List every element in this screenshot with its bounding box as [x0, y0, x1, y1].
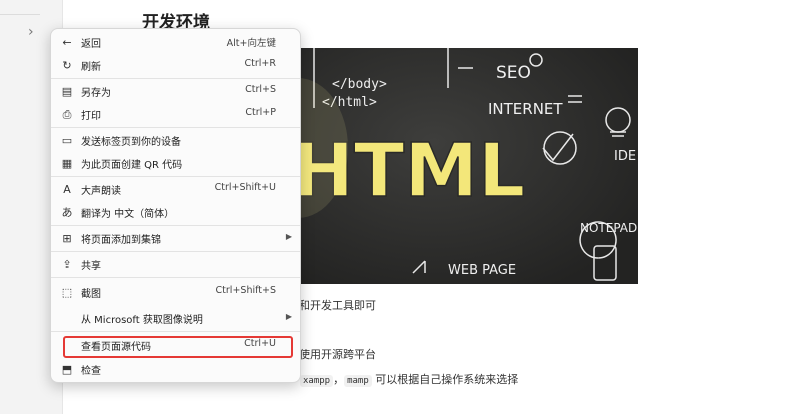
menu-item-shortcut: Ctrl+R — [244, 58, 276, 69]
menu-item-label: 翻译为 中文（简体） — [81, 209, 175, 220]
menu-item-shortcut: Ctrl+Shift+S — [215, 285, 276, 296]
share-icon: ⇪ — [62, 258, 72, 271]
menu-item-share[interactable]: ⇪ 共享 — [51, 253, 300, 276]
menu-item-translate[interactable]: あ 翻译为 中文（简体） — [51, 201, 300, 224]
menu-item-save-as[interactable]: ▤ 另存为 Ctrl+S — [51, 80, 300, 103]
menu-item-label: 截图 — [81, 289, 101, 300]
code-chip-mamp: mamp — [344, 375, 372, 387]
menu-item-label: 将页面添加到集锦 — [81, 235, 161, 246]
menu-item-shortcut: Ctrl+S — [245, 84, 276, 95]
menu-separator — [51, 331, 300, 332]
menu-item-shortcut: Ctrl+P — [245, 107, 276, 118]
body-line-3: xampp， mamp 可以根据自己操作系统来选择 — [300, 371, 518, 387]
print-icon: ⎙ — [62, 108, 72, 121]
back-arrow-icon: ← — [62, 36, 72, 49]
menu-item-shortcut: Ctrl+Shift+U — [214, 182, 276, 193]
hero-word-ide: IDE — [614, 149, 636, 164]
save-as-icon: ▤ — [61, 85, 73, 98]
refresh-icon: ↻ — [62, 59, 72, 72]
menu-item-read-aloud[interactable]: A 大声朗读 Ctrl+Shift+U — [51, 178, 300, 201]
menu-item-label: 打印 — [81, 111, 101, 122]
collections-icon: ⊞ — [62, 232, 72, 245]
menu-separator — [51, 176, 300, 177]
menu-item-label: 从 Microsoft 获取图像说明 — [81, 315, 203, 326]
menu-item-label: 发送标签页到你的设备 — [81, 137, 181, 148]
chevron-right-icon[interactable]: › — [28, 24, 34, 40]
send-to-device-icon: ▭ — [61, 134, 73, 147]
code-chip-xampp: xampp — [300, 375, 334, 387]
read-aloud-icon: A — [63, 183, 71, 196]
hero-word-notepad: NOTEPAD — [580, 221, 637, 235]
menu-item-label: 检查 — [81, 366, 101, 377]
html-chalkboard-image: </body> </html> SEO INTERNET IDE NOTEPAD… — [298, 48, 638, 284]
menu-item-label: 大声朗读 — [81, 186, 121, 197]
menu-item-label: 为此页面创建 QR 代码 — [81, 160, 183, 171]
chalkboard-illustration: </body> </html> SEO INTERNET IDE NOTEPAD… — [298, 48, 638, 284]
qr-code-icon: ▦ — [61, 157, 73, 170]
body-line-3-sep: ， — [333, 373, 345, 386]
menu-item-send-to-device[interactable]: ▭ 发送标签页到你的设备 — [51, 129, 300, 152]
menu-item-add-to-collections[interactable]: ⊞ 将页面添加到集锦 ▶ — [51, 227, 300, 250]
hero-word-body: </body> — [332, 77, 387, 92]
menu-separator — [51, 251, 300, 252]
body-line-1: 和开发工具即可 — [299, 299, 376, 312]
view-source-highlight-box — [63, 336, 293, 358]
menu-separator — [51, 225, 300, 226]
menu-item-label: 刷新 — [81, 62, 101, 73]
inspect-icon: ⬒ — [61, 363, 73, 376]
hero-word-webpage: WEB PAGE — [448, 263, 516, 278]
menu-separator — [51, 127, 300, 128]
submenu-arrow-icon: ▶ — [285, 312, 292, 321]
hero-word-seo: SEO — [496, 63, 531, 83]
menu-item-screenshot[interactable]: ⬚ 截图 Ctrl+Shift+S — [51, 281, 300, 304]
menu-item-label: 共享 — [81, 261, 101, 272]
submenu-arrow-icon: ▶ — [285, 232, 292, 241]
menu-item-qr-code[interactable]: ▦ 为此页面创建 QR 代码 — [51, 152, 300, 175]
menu-item-image-descriptions[interactable]: 从 Microsoft 获取图像说明 ▶ — [51, 307, 300, 330]
context-menu: ← 返回 Alt+向左键 ↻ 刷新 Ctrl+R ▤ 另存为 Ctrl+S ⎙ … — [50, 28, 301, 383]
body-line-2: 使用开源跨平台 — [299, 348, 376, 361]
menu-item-back[interactable]: ← 返回 Alt+向左键 — [51, 31, 300, 54]
menu-item-inspect[interactable]: ⬒ 检查 — [51, 358, 300, 381]
menu-separator — [51, 78, 300, 79]
hero-word-internet: INTERNET — [488, 100, 563, 118]
screenshot-icon: ⬚ — [61, 286, 73, 299]
menu-item-print[interactable]: ⎙ 打印 Ctrl+P — [51, 103, 300, 126]
translate-icon: あ — [61, 206, 73, 219]
body-line-3-text: 可以根据自己操作系统来选择 — [371, 373, 519, 386]
menu-item-label: 返回 — [81, 39, 101, 50]
menu-item-shortcut: Alt+向左键 — [226, 38, 276, 49]
rail-divider — [0, 14, 40, 15]
menu-item-label: 另存为 — [81, 88, 111, 99]
menu-item-refresh[interactable]: ↻ 刷新 Ctrl+R — [51, 54, 300, 77]
menu-separator — [51, 277, 300, 278]
